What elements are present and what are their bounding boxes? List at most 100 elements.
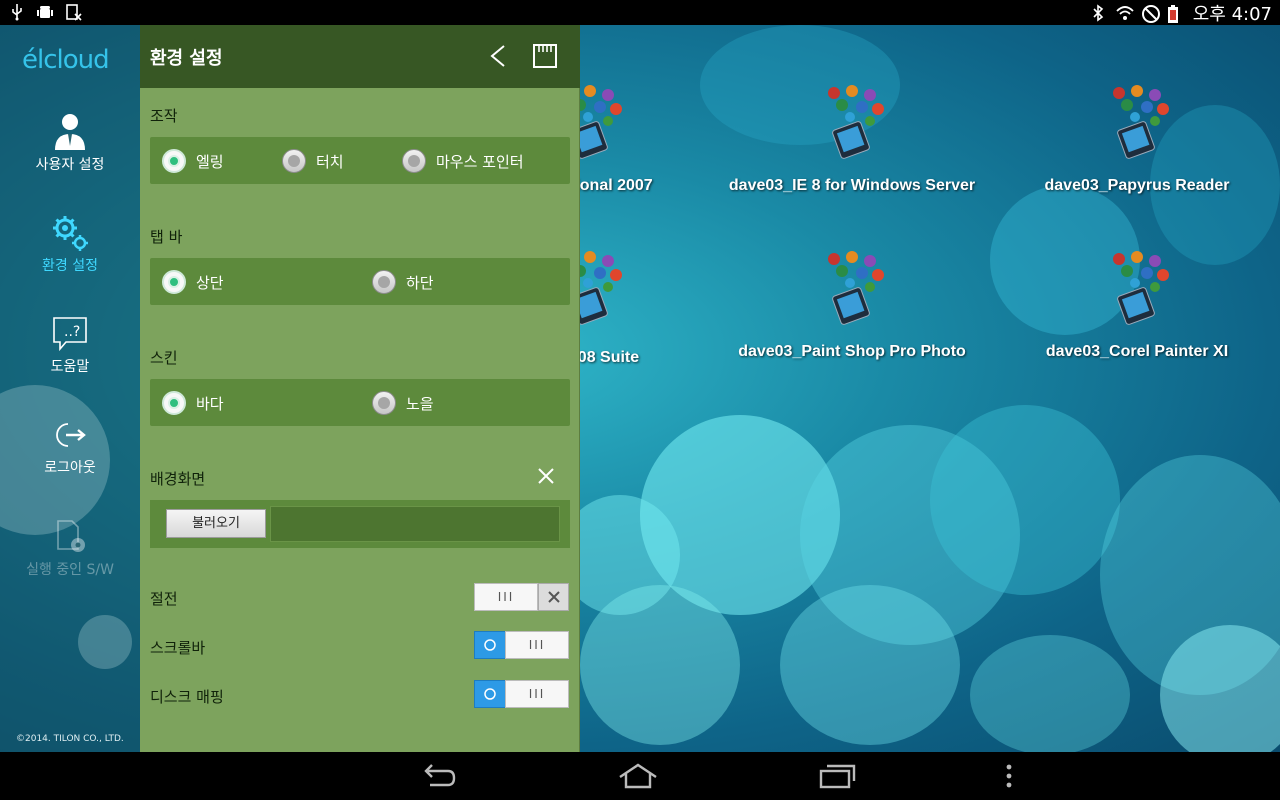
- sidebar: élcloud 사용자 설정 환경 설정 ..? 도움말 로그아웃 실행 중인 …: [0, 25, 140, 752]
- app-cloud-icon: [1097, 85, 1177, 165]
- toggle-on-icon: [474, 680, 506, 708]
- power-save-toggle[interactable]: III: [474, 583, 569, 611]
- back-nav-button[interactable]: [414, 760, 462, 792]
- close-icon: [538, 468, 554, 484]
- skin-option-sea[interactable]: 바다: [162, 391, 224, 415]
- control-radio-group: 엘링 터치 마우스 포인터: [150, 137, 570, 184]
- user-icon: [0, 110, 140, 154]
- control-option-elling[interactable]: 엘링: [162, 149, 224, 173]
- sidebar-item-environment-settings[interactable]: 환경 설정: [0, 211, 140, 275]
- radio-label: 마우스 포인터: [436, 152, 524, 171]
- android-debug-icon: [36, 3, 54, 21]
- skin-radio-group: 바다 노을: [150, 379, 570, 426]
- tab-bar-option-bottom[interactable]: 하단: [372, 270, 434, 294]
- sidebar-item-label: 환경 설정: [42, 258, 98, 274]
- radio-label: 엘링: [196, 152, 224, 171]
- app-logo: élcloud: [22, 45, 110, 75]
- do-not-disturb-icon: [1141, 4, 1160, 23]
- control-section-label: 조작: [150, 107, 178, 125]
- menu-nav-button[interactable]: [985, 760, 1033, 792]
- recents-nav-button[interactable]: [814, 760, 862, 792]
- radio-label: 노을: [406, 394, 434, 413]
- wifi-icon: [1115, 4, 1134, 22]
- tab-bar-option-top[interactable]: 상단: [162, 270, 224, 294]
- scrollbar-label: 스크롤바: [150, 639, 206, 657]
- app-cloud-icon: [1097, 251, 1177, 331]
- desktop-icon[interactable]: dave03_Papyrus Reader: [1007, 85, 1267, 195]
- save-button[interactable]: [530, 41, 560, 71]
- radio-label: 하단: [406, 273, 434, 292]
- toggle-knob: III: [505, 680, 569, 708]
- radio-unselected-icon: [282, 149, 306, 173]
- sidebar-item-user-settings[interactable]: 사용자 설정: [0, 110, 140, 174]
- toggle-knob: III: [474, 583, 538, 611]
- radio-label: 터치: [316, 152, 344, 171]
- bokeh-circle: [780, 585, 960, 745]
- bluetooth-icon: [1089, 4, 1107, 22]
- control-option-mouse-pointer[interactable]: 마우스 포인터: [402, 149, 524, 173]
- radio-unselected-icon: [402, 149, 426, 173]
- radio-label: 바다: [196, 394, 224, 413]
- tab-bar-section-label: 탭 바: [150, 228, 183, 246]
- copyright-text: ©2014. TILON CO., LTD.: [16, 734, 124, 744]
- status-bar: 오후 4:07: [0, 0, 1280, 25]
- sidebar-item-label: 도움말: [50, 359, 90, 375]
- bokeh-circle: [78, 615, 132, 669]
- status-clock: 오후 4:07: [1192, 4, 1272, 25]
- settings-panel: 환경 설정 조작 엘링 터치 마우스 포인터 탭 바 상단 하단 스킨 바다 노…: [140, 25, 580, 752]
- help-icon: ..?: [0, 312, 140, 356]
- home-icon: [619, 763, 657, 789]
- overflow-menu-icon: [1006, 764, 1012, 788]
- settings-header: 환경 설정: [140, 25, 580, 88]
- background-picker: 불러오기: [150, 500, 570, 548]
- skin-section-label: 스킨: [150, 349, 178, 367]
- radio-selected-icon: [162, 149, 186, 173]
- home-nav-button[interactable]: [614, 760, 662, 792]
- sidebar-item-help[interactable]: ..? 도움말: [0, 312, 140, 376]
- back-button[interactable]: [483, 41, 513, 71]
- desktop-icon[interactable]: dave03_Corel Painter XI: [1007, 251, 1267, 361]
- app-cloud-icon: [812, 251, 892, 331]
- running-sw-icon: [0, 515, 140, 559]
- system-nav-bar: [0, 752, 1280, 800]
- toggle-knob: III: [505, 631, 569, 659]
- radio-selected-icon: [162, 391, 186, 415]
- power-save-label: 절전: [150, 590, 178, 608]
- desktop-icon-label: dave03_IE 8 for Windows Server: [728, 177, 976, 194]
- radio-unselected-icon: [372, 391, 396, 415]
- sidebar-item-logout[interactable]: 로그아웃: [0, 413, 140, 477]
- sidebar-item-running-software[interactable]: 실행 중인 S/W: [0, 515, 140, 579]
- toggle-on-icon: [474, 631, 506, 659]
- desktop-icon[interactable]: dave03_IE 8 for Windows Server: [722, 85, 982, 195]
- page-title: 환경 설정: [150, 48, 223, 69]
- logout-icon: [0, 413, 140, 457]
- skin-option-sunset[interactable]: 노을: [372, 391, 434, 415]
- background-section-label: 배경화면: [150, 470, 206, 488]
- desktop-icon-label: dave03_Papyrus Reader: [1044, 177, 1230, 194]
- scrollbar-toggle[interactable]: III: [474, 631, 569, 659]
- clear-background-button[interactable]: [531, 461, 561, 491]
- recents-icon: [819, 764, 856, 789]
- app-cloud-icon: [812, 85, 892, 165]
- bokeh-circle: [970, 635, 1130, 752]
- back-icon: [424, 764, 456, 787]
- radio-label: 상단: [196, 273, 224, 292]
- load-background-button[interactable]: 불러오기: [166, 509, 266, 538]
- sidebar-item-label: 사용자 설정: [35, 157, 105, 173]
- bokeh-circle: [930, 405, 1120, 595]
- battery-icon: [1167, 4, 1185, 23]
- usb-icon: [8, 3, 26, 21]
- desktop-icon[interactable]: dave03_Paint Shop Pro Photo: [722, 251, 982, 361]
- radio-unselected-icon: [372, 270, 396, 294]
- tab-bar-radio-group: 상단 하단: [150, 258, 570, 305]
- sidebar-item-label: 실행 중인 S/W: [26, 562, 114, 578]
- svg-text:..?: ..?: [64, 324, 80, 340]
- radio-selected-icon: [162, 270, 186, 294]
- save-icon: [533, 44, 557, 68]
- bokeh-circle: [580, 585, 740, 745]
- control-option-touch[interactable]: 터치: [282, 149, 344, 173]
- background-path-field[interactable]: [270, 506, 560, 542]
- gear-icon: [0, 211, 140, 255]
- disk-mapping-toggle[interactable]: III: [474, 680, 569, 708]
- sidebar-item-label: 로그아웃: [44, 460, 96, 476]
